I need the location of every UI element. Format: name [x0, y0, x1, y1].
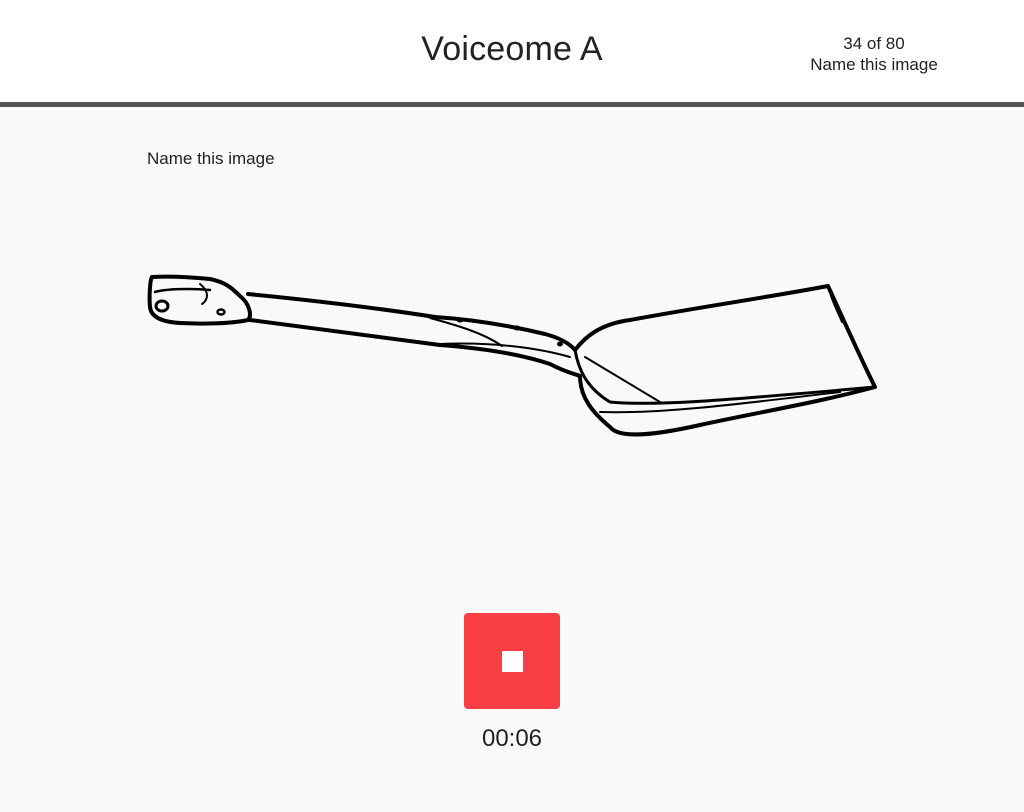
task-prompt: Name this image	[147, 149, 275, 168]
stop-icon	[502, 651, 523, 672]
task-area: Name this image 00:06	[0, 107, 1024, 812]
shovel-image	[147, 274, 877, 437]
header-bar: Voiceome A 34 of 80 Name this image	[0, 0, 1024, 107]
progress-count: 34 of 80	[843, 34, 905, 53]
stop-recording-button[interactable]	[464, 613, 560, 709]
progress-task-label: Name this image	[810, 55, 938, 74]
recording-timer: 00:06	[481, 725, 543, 752]
progress-indicator: 34 of 80 Name this image	[784, 33, 964, 75]
